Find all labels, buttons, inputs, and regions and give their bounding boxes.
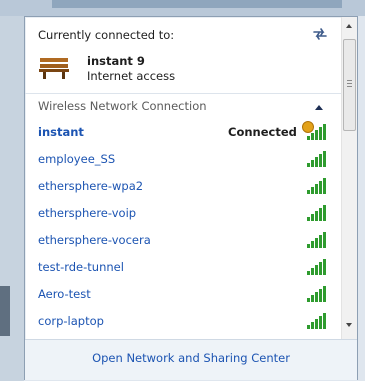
signal-strength-icon: [307, 124, 326, 140]
grip-line: [347, 80, 352, 81]
network-name: ethersphere-voip: [38, 206, 137, 220]
refresh-icon[interactable]: [311, 27, 329, 41]
chevron-up-icon[interactable]: [315, 105, 323, 110]
network-item-test-rde-tunnel[interactable]: test-rde-tunnel: [25, 256, 341, 282]
flyout-footer: Open Network and Sharing Center: [25, 339, 357, 380]
network-list-panel: Currently connected to: instant 9 Intern…: [25, 17, 341, 339]
signal-strength-icon: [307, 232, 326, 248]
network-name: corp-laptop: [38, 314, 104, 328]
signal-strength-icon: [307, 151, 326, 167]
network-item-ethersphere-wpa2[interactable]: ethersphere-wpa2: [25, 175, 341, 201]
network-name: instant: [38, 125, 84, 139]
signal-strength-icon: [307, 205, 326, 221]
grip-line: [347, 86, 352, 87]
network-item-instant[interactable]: instant Connected: [25, 121, 341, 147]
wireless-section-label: Wireless Network Connection: [38, 99, 207, 113]
desktop-edge: [0, 286, 10, 336]
network-name: ethersphere-vocera: [38, 233, 151, 247]
divider: [25, 93, 341, 94]
network-name: Aero-test: [38, 287, 91, 301]
open-network-sharing-center-link[interactable]: Open Network and Sharing Center: [25, 351, 357, 365]
signal-strength-icon: [307, 286, 326, 302]
network-name: employee_SS: [38, 152, 116, 166]
network-name: test-rde-tunnel: [38, 260, 124, 274]
desktop-background-top: [0, 0, 365, 16]
scroll-down-arrow-icon[interactable]: [346, 323, 352, 327]
network-item-ethersphere-vocera[interactable]: ethersphere-vocera: [25, 229, 341, 255]
network-item-corp-laptop[interactable]: corp-laptop: [25, 310, 341, 336]
vertical-scrollbar[interactable]: [341, 17, 357, 339]
scroll-thumb[interactable]: [343, 39, 356, 131]
network-flyout: Currently connected to: instant 9 Intern…: [24, 16, 358, 380]
signal-strength-icon: [307, 178, 326, 194]
scroll-up-arrow-icon[interactable]: [346, 24, 352, 28]
network-name: ethersphere-wpa2: [38, 179, 144, 193]
wireless-section-header[interactable]: Wireless Network Connection: [25, 97, 341, 121]
current-network-name: instant 9: [87, 54, 145, 68]
network-item-ethersphere-voip[interactable]: ethersphere-voip: [25, 202, 341, 228]
bench-icon: [39, 58, 69, 79]
network-item-employee-ss[interactable]: employee_SS: [25, 148, 341, 174]
signal-strength-icon: [307, 313, 326, 329]
currently-connected-title: Currently connected to:: [38, 28, 175, 42]
grip-line: [347, 83, 352, 84]
current-network-status: Internet access: [87, 69, 176, 83]
connected-label: Connected: [228, 125, 297, 139]
window-title-bar: [52, 0, 342, 8]
desktop-background-left: [0, 16, 24, 381]
signal-strength-icon: [307, 259, 326, 275]
network-item-aero-test[interactable]: Aero-test: [25, 283, 341, 309]
